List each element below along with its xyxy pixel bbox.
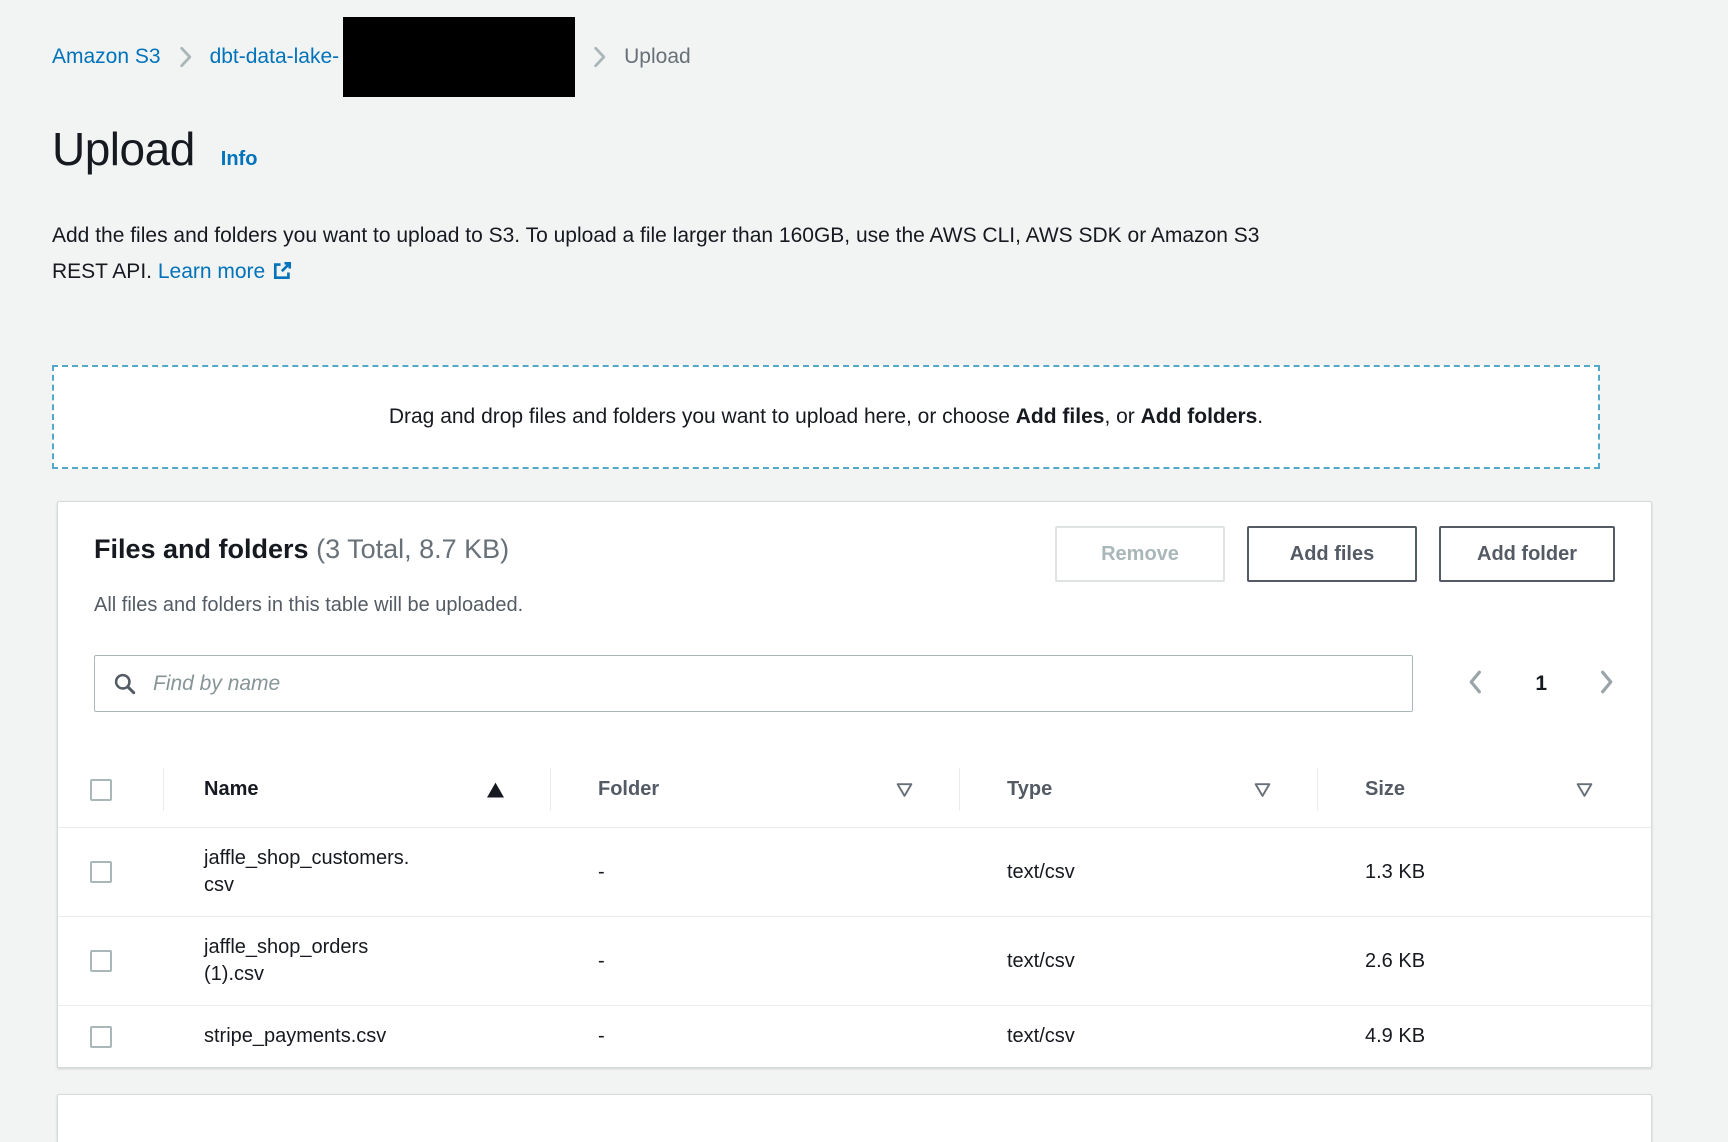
learn-more-link[interactable]: Learn more <box>158 260 293 283</box>
file-name: stripe_payments.csv <box>204 1023 418 1050</box>
sort-ascending-icon <box>487 782 504 797</box>
file-name-cell: stripe_payments.csv <box>163 1006 550 1067</box>
file-name-cell: jaffle_shop_customers.csv <box>163 828 550 916</box>
search-input[interactable] <box>151 671 1394 697</box>
dropzone-or-text: , or <box>1104 405 1140 428</box>
file-folder: - <box>550 1006 959 1067</box>
row-checkbox[interactable] <box>90 1026 112 1048</box>
chevron-right-icon <box>593 46 606 68</box>
external-link-icon <box>272 257 293 293</box>
dropzone-text: Drag and drop files and folders you want… <box>389 405 1263 429</box>
chevron-left-icon <box>1467 669 1483 698</box>
filter-caret-icon[interactable] <box>1576 782 1593 797</box>
pagination: 1 <box>1467 669 1615 698</box>
file-name: jaffle_shop_customers.csv <box>204 845 418 899</box>
table-row: jaffle_shop_orders (1).csv - text/csv 2.… <box>58 916 1651 1005</box>
column-header-name-label: Name <box>204 778 258 800</box>
row-checkbox[interactable] <box>90 950 112 972</box>
column-header-type[interactable]: Type <box>959 752 1317 827</box>
column-header-name[interactable]: Name <box>163 752 550 827</box>
page-description: Add the files and folders you want to up… <box>52 218 1317 293</box>
panel-actions: Remove Add files Add folder <box>1055 526 1615 582</box>
file-folder: - <box>550 931 959 992</box>
file-type: text/csv <box>959 1006 1317 1067</box>
pagination-current-page[interactable]: 1 <box>1529 671 1553 697</box>
file-size: 2.6 KB <box>1317 931 1651 992</box>
page-title: Upload <box>52 122 195 176</box>
search-row: 1 <box>94 655 1615 712</box>
breadcrumb: Amazon S3 dbt-data-lake- Upload <box>0 0 1728 70</box>
panel-title: Files and folders (3 Total, 8.7 KB) <box>94 534 509 565</box>
file-type: text/csv <box>959 931 1317 992</box>
file-size: 4.9 KB <box>1317 1006 1651 1067</box>
panel-subtitle: All files and folders in this table will… <box>58 582 1651 617</box>
row-checkbox[interactable] <box>90 861 112 883</box>
file-name-cell: jaffle_shop_orders (1).csv <box>163 917 550 1005</box>
dropzone-add-files-bold: Add files <box>1016 405 1105 428</box>
table-row: jaffle_shop_customers.csv - text/csv 1.3… <box>58 828 1651 916</box>
column-header-folder-label: Folder <box>598 778 659 800</box>
add-folder-button[interactable]: Add folder <box>1439 526 1615 582</box>
file-size: 1.3 KB <box>1317 842 1651 903</box>
pagination-prev-button[interactable] <box>1467 669 1483 698</box>
learn-more-label: Learn more <box>158 260 265 283</box>
breadcrumb-link-amazon-s3[interactable]: Amazon S3 <box>52 44 161 70</box>
chevron-right-icon <box>179 46 192 68</box>
column-header-folder[interactable]: Folder <box>550 752 959 827</box>
panel-header: Files and folders (3 Total, 8.7 KB) Remo… <box>58 502 1651 582</box>
next-section-card <box>57 1094 1652 1142</box>
column-header-size-label: Size <box>1365 778 1405 800</box>
panel-count-summary: (3 Total, 8.7 KB) <box>316 534 509 564</box>
column-header-size[interactable]: Size <box>1317 752 1651 827</box>
row-checkbox-cell <box>58 1009 163 1065</box>
panel-title-text: Files and folders <box>94 534 309 564</box>
dropzone-period: . <box>1257 405 1263 428</box>
select-all-checkbox[interactable] <box>90 779 112 801</box>
redacted-bucket-name-box <box>343 17 575 97</box>
page-title-row: Upload Info <box>52 122 1676 176</box>
dropzone-add-folders-bold: Add folders <box>1141 405 1258 428</box>
file-folder: - <box>550 842 959 903</box>
drag-drop-zone[interactable]: Drag and drop files and folders you want… <box>52 365 1600 469</box>
info-link[interactable]: Info <box>221 148 258 171</box>
row-checkbox-cell <box>58 933 163 989</box>
column-header-type-label: Type <box>1007 778 1052 800</box>
file-type: text/csv <box>959 842 1317 903</box>
chevron-right-icon <box>1599 669 1615 698</box>
files-and-folders-panel: Files and folders (3 Total, 8.7 KB) Remo… <box>57 501 1652 1068</box>
search-icon <box>113 672 136 695</box>
table-header-row: Name Folder Type Size <box>58 752 1651 828</box>
remove-button[interactable]: Remove <box>1055 526 1225 582</box>
add-files-button[interactable]: Add files <box>1247 526 1417 582</box>
row-checkbox-cell <box>58 844 163 900</box>
search-box[interactable] <box>94 655 1413 712</box>
header-checkbox-cell <box>58 753 163 827</box>
table-row: stripe_payments.csv - text/csv 4.9 KB <box>58 1005 1651 1067</box>
breadcrumb-current-upload: Upload <box>624 44 691 70</box>
filter-caret-icon[interactable] <box>1254 782 1271 797</box>
files-table: Name Folder Type Size <box>58 752 1651 1067</box>
dropzone-text-prefix: Drag and drop files and folders you want… <box>389 405 1016 428</box>
file-name: jaffle_shop_orders (1).csv <box>204 934 418 988</box>
breadcrumb-link-bucket[interactable]: dbt-data-lake- <box>210 44 340 70</box>
pagination-next-button[interactable] <box>1599 669 1615 698</box>
filter-caret-icon[interactable] <box>896 782 913 797</box>
